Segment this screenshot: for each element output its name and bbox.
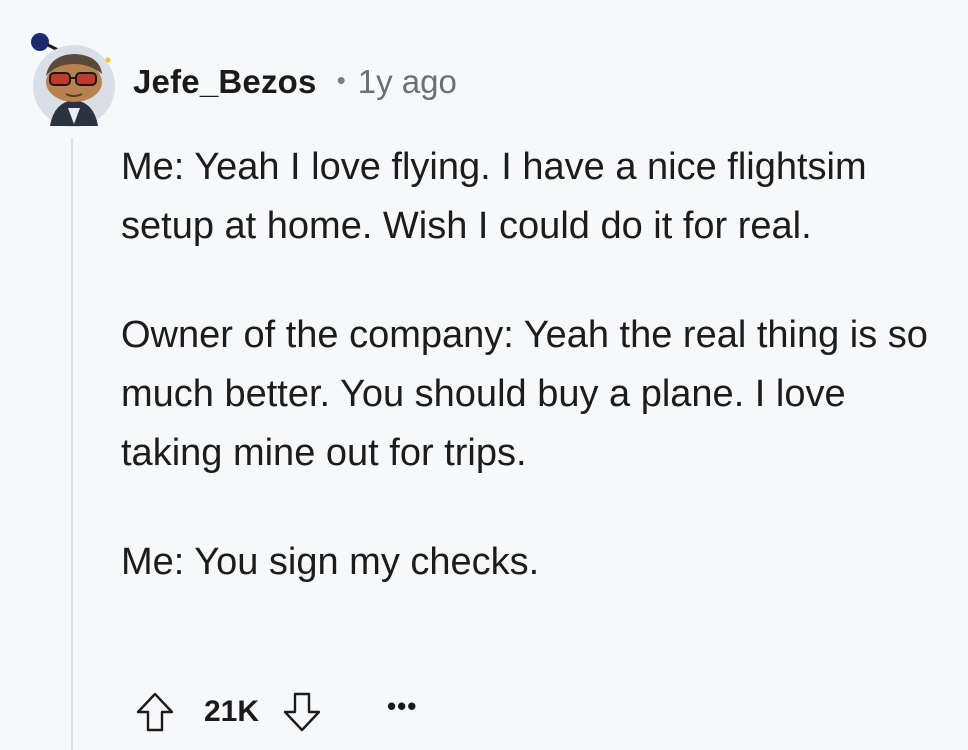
vote-score: 21K	[204, 695, 260, 728]
user-avatar[interactable]	[24, 28, 120, 128]
comment-paragraph: Me: You sign my checks.	[121, 541, 540, 583]
upvote-button[interactable]	[132, 689, 178, 735]
username[interactable]: Jefe_Bezos	[133, 63, 317, 101]
comment-body: Me: Yeah I love flying. I have a nice fl…	[121, 138, 941, 592]
comment-actions: 21K •••	[132, 684, 417, 740]
snoo-avatar-icon	[31, 33, 115, 127]
arrow-up-icon	[136, 692, 174, 732]
more-options-button[interactable]: •••	[387, 691, 417, 722]
comment-paragraph: Owner of the company: Yeah the real thin…	[121, 314, 928, 474]
thread-collapse-line[interactable]	[71, 138, 73, 750]
meta-separator: •	[336, 64, 346, 95]
timestamp[interactable]: 1y ago	[358, 63, 457, 101]
comment-header: Jefe_Bezos • 1y ago	[133, 60, 457, 104]
comment-paragraph: Me: Yeah I love flying. I have a nice fl…	[121, 146, 867, 247]
downvote-button[interactable]	[279, 689, 325, 735]
arrow-down-icon	[283, 692, 321, 732]
